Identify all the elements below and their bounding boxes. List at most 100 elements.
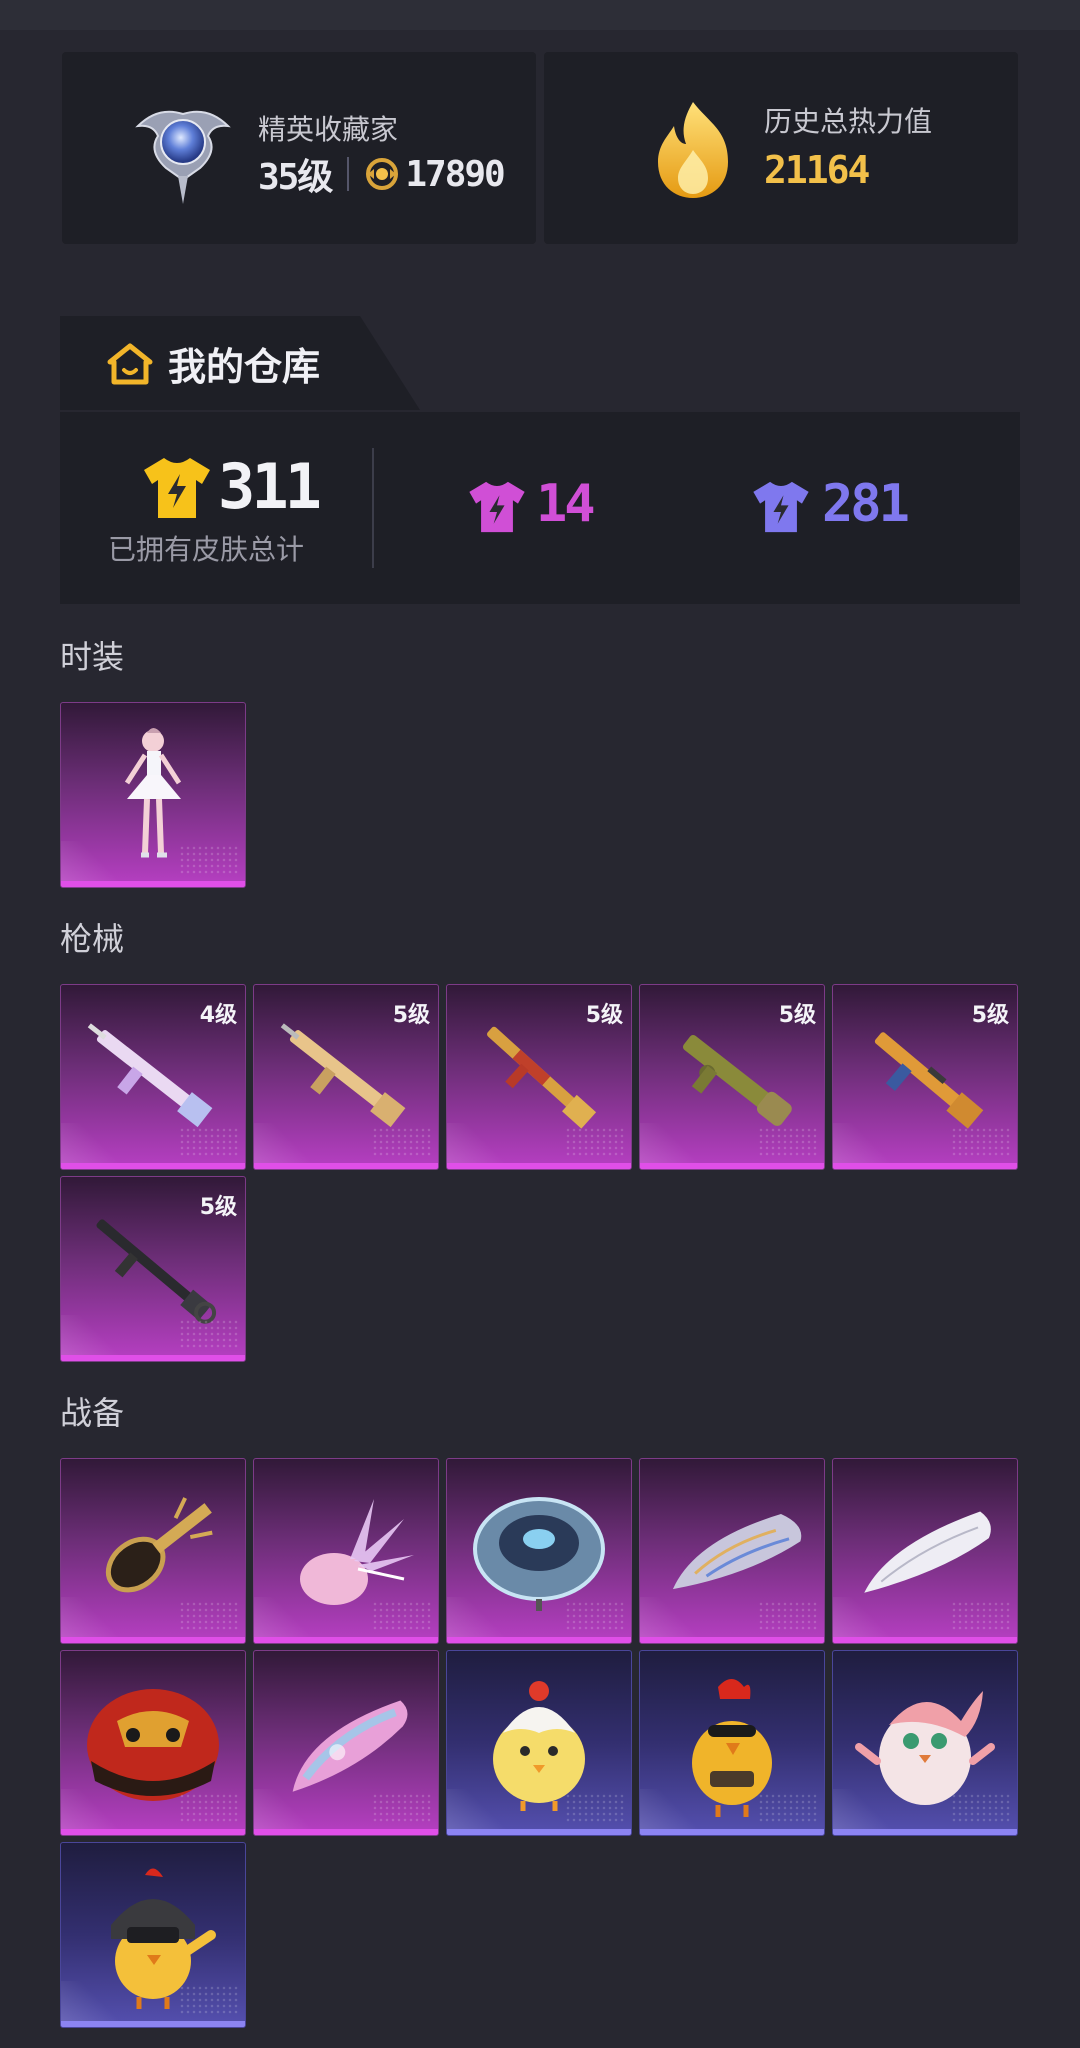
tile-gloss	[254, 1123, 314, 1163]
tile-gloss	[61, 1597, 121, 1637]
purple-skins-value: 14	[536, 474, 596, 534]
rarity-bar	[254, 1163, 438, 1169]
tile-gloss	[254, 1789, 314, 1829]
rarity-bar	[61, 1637, 245, 1643]
tile-dots	[179, 1319, 239, 1349]
total-skins-label: 已拥有皮肤总计	[108, 533, 305, 566]
shirt-purple-icon	[469, 481, 525, 533]
gun-item[interactable]: 4级	[60, 984, 246, 1170]
gun-level-badge: 4级	[199, 1003, 237, 1028]
gear-item[interactable]	[253, 1458, 439, 1644]
tile-gloss	[833, 1597, 893, 1637]
rarity-bar	[61, 2021, 245, 2027]
tile-dots	[179, 1601, 239, 1631]
rarity-bar	[61, 1829, 245, 1835]
gear-item[interactable]	[446, 1650, 632, 1836]
tile-dots	[179, 1127, 239, 1157]
heat-title: 历史总热力值	[764, 105, 933, 138]
tile-gloss	[61, 1315, 121, 1355]
tile-gloss	[61, 841, 121, 881]
rarity-bar	[640, 1829, 824, 1835]
shirt-blue-icon	[753, 481, 809, 533]
tile-dots	[179, 845, 239, 875]
section-title-guns: 枪械	[60, 920, 125, 958]
heat-card[interactable]: 历史总热力值 21164	[544, 52, 1018, 244]
tile-dots	[372, 1127, 432, 1157]
warehouse-title: 我的仓库	[168, 345, 321, 389]
gun-item[interactable]: 5级	[639, 984, 825, 1170]
tile-gloss	[640, 1597, 700, 1637]
tile-dots	[179, 1985, 239, 2015]
top-strip	[0, 0, 1080, 30]
fashion-item[interactable]	[60, 702, 246, 888]
tile-gloss	[61, 1123, 121, 1163]
rarity-bar	[447, 1829, 631, 1835]
rarity-bar	[833, 1829, 1017, 1835]
total-skins-value: 311	[218, 450, 322, 523]
gun-item[interactable]: 5级	[446, 984, 632, 1170]
tile-dots	[951, 1793, 1011, 1823]
divider	[347, 157, 350, 191]
rarity-bar	[447, 1163, 631, 1169]
gear-item[interactable]	[639, 1458, 825, 1644]
tile-dots	[372, 1601, 432, 1631]
gun-level-badge: 5级	[392, 1003, 430, 1028]
tile-gloss	[447, 1123, 507, 1163]
rarity-bar	[254, 1637, 438, 1643]
points-coin-icon	[366, 158, 399, 190]
gear-item[interactable]	[832, 1458, 1018, 1644]
tile-dots	[758, 1793, 818, 1823]
tile-dots	[951, 1127, 1011, 1157]
rarity-bar	[61, 1355, 245, 1361]
tile-dots	[179, 1793, 239, 1823]
gear-item[interactable]	[60, 1842, 246, 2028]
gun-level-badge: 5级	[585, 1003, 623, 1028]
rarity-bar	[833, 1163, 1017, 1169]
gear-item[interactable]	[60, 1458, 246, 1644]
collector-badge-icon	[135, 110, 231, 204]
gear-item[interactable]	[446, 1458, 632, 1644]
tile-dots	[565, 1127, 625, 1157]
collector-title: 精英收藏家	[258, 113, 399, 146]
tile-gloss	[254, 1597, 314, 1637]
tile-gloss	[833, 1123, 893, 1163]
tile-gloss	[640, 1789, 700, 1829]
gear-item[interactable]	[253, 1650, 439, 1836]
gun-level-badge: 5级	[778, 1003, 816, 1028]
tile-dots	[372, 1793, 432, 1823]
level-value: 35级	[258, 157, 333, 198]
rarity-bar	[833, 1637, 1017, 1643]
tile-dots	[565, 1793, 625, 1823]
tile-gloss	[640, 1123, 700, 1163]
gun-item[interactable]: 5级	[60, 1176, 246, 1362]
tile-gloss	[833, 1789, 893, 1829]
house-icon	[107, 343, 153, 385]
rarity-bar	[61, 1163, 245, 1169]
tile-gloss	[61, 1789, 121, 1829]
gun-item[interactable]: 5级	[832, 984, 1018, 1170]
gear-item[interactable]	[60, 1650, 246, 1836]
section-title-fashion: 时装	[60, 638, 125, 676]
tile-gloss	[447, 1597, 507, 1637]
gun-level-badge: 5级	[199, 1195, 237, 1220]
tile-dots	[758, 1127, 818, 1157]
flame-icon	[658, 102, 728, 198]
gear-item[interactable]	[639, 1650, 825, 1836]
tile-dots	[565, 1601, 625, 1631]
rarity-bar	[61, 881, 245, 887]
shirt-gold-icon	[144, 458, 210, 518]
collector-level-card[interactable]: 精英收藏家 35级 17890	[62, 52, 536, 244]
blue-skins-value: 281	[822, 474, 910, 534]
gun-level-badge: 5级	[971, 1003, 1009, 1028]
gear-item[interactable]	[832, 1650, 1018, 1836]
stats-divider	[372, 448, 374, 568]
tile-dots	[758, 1601, 818, 1631]
heat-value: 21164	[764, 148, 870, 192]
tile-gloss	[447, 1789, 507, 1829]
tile-dots	[951, 1601, 1011, 1631]
rarity-bar	[640, 1637, 824, 1643]
level-row: 35级 17890	[258, 148, 506, 200]
gun-item[interactable]: 5级	[253, 984, 439, 1170]
section-title-gear: 战备	[60, 1394, 125, 1432]
tile-gloss	[61, 1981, 121, 2021]
